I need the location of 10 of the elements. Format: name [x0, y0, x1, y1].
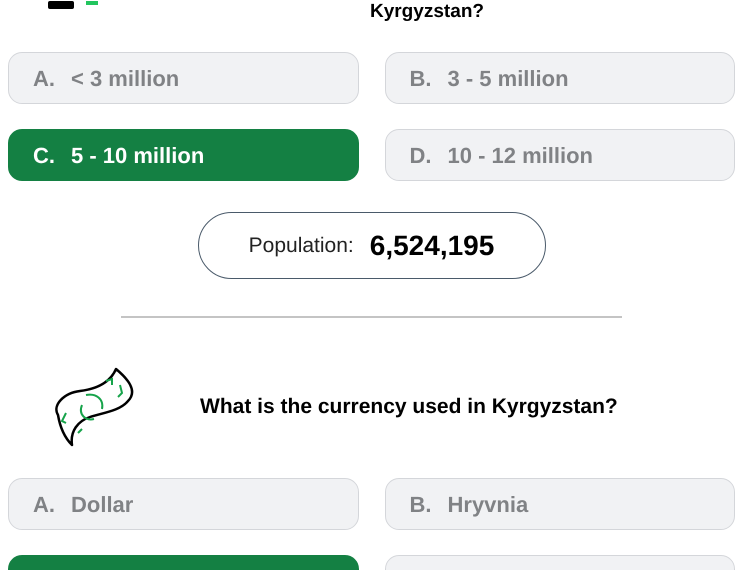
answer-option[interactable]: B. Hryvnia	[384, 478, 735, 530]
answer-option[interactable]: D. 10 - 12 million	[384, 129, 735, 181]
population-value: 6,524,195	[370, 228, 494, 262]
answer-option[interactable]: B. 3 - 5 million	[384, 52, 735, 104]
question-text: Kyrgyzstan?	[370, 1, 484, 23]
answer-option[interactable]: A. < 3 million	[8, 52, 358, 104]
question-text: What is the currency used in Kyrgyzstan?	[200, 394, 618, 420]
answer-option[interactable]: C. 5 - 10 million	[8, 129, 358, 181]
answer-option[interactable]: A. Dollar	[8, 478, 358, 530]
population-label: Population:	[248, 232, 354, 259]
